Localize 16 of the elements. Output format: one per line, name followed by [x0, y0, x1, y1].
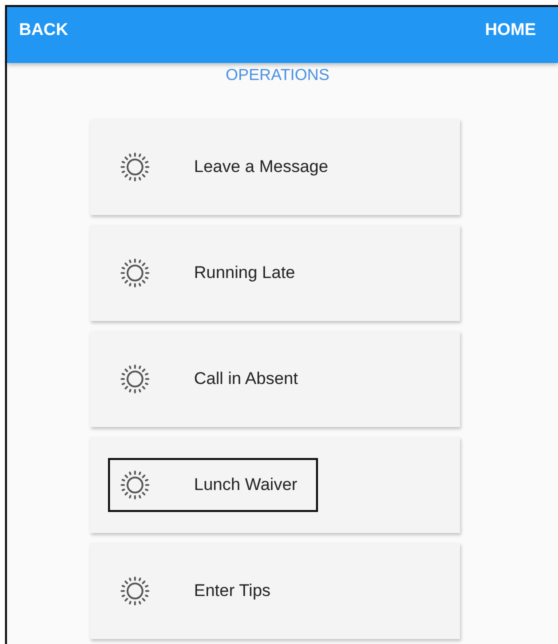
sun-icon: [120, 152, 150, 182]
card-label: Running Late: [194, 263, 296, 283]
menu-card[interactable]: Running Late: [90, 225, 460, 321]
card-label: Lunch Waiver: [194, 475, 298, 495]
menu-card[interactable]: Enter Tips: [90, 543, 460, 639]
sun-icon: [120, 258, 150, 288]
menu-card[interactable]: Call in Absent: [90, 331, 460, 427]
section-title: OPERATIONS: [224, 67, 330, 85]
card-label: Leave a Message: [194, 157, 328, 177]
card-label: Call in Absent: [194, 369, 298, 389]
sun-icon: [120, 576, 150, 606]
sun-icon: [120, 364, 150, 394]
menu-card[interactable]: Leave a Message: [90, 119, 460, 215]
card-label: Enter Tips: [194, 581, 271, 601]
menu-card[interactable]: Lunch Waiver: [90, 437, 460, 533]
sun-icon: [120, 470, 150, 500]
